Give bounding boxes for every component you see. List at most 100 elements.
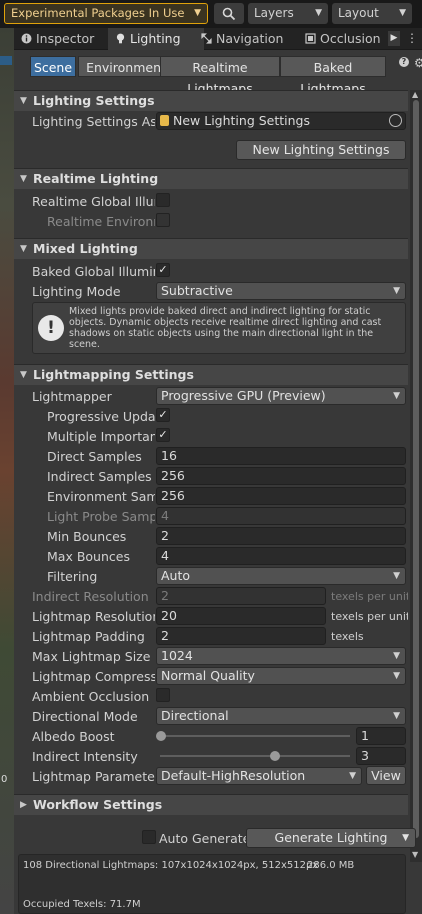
layout-dropdown[interactable]: Layout ▼ bbox=[332, 3, 412, 24]
lightmap-resolution-row: Lightmap Resolution 20 texels per unit bbox=[14, 607, 408, 627]
layers-label: Layers bbox=[254, 6, 294, 20]
subtab-baked-lightmaps[interactable]: Baked Lightmaps bbox=[280, 56, 386, 96]
realtime-environment-checkbox[interactable] bbox=[156, 213, 170, 227]
dropdown-value: Default-HighResolution bbox=[161, 768, 306, 783]
section-workflow-settings[interactable]: ▶ Workflow Settings bbox=[14, 794, 408, 815]
lightmap-padding-input[interactable]: 2 bbox=[156, 627, 326, 645]
field-label: Max Lightmap Size bbox=[32, 649, 151, 664]
scroll-down-icon[interactable]: ▼ bbox=[412, 850, 418, 859]
section-mixed-lighting[interactable]: ▼ Mixed Lighting bbox=[14, 238, 408, 259]
section-title: Lighting Settings bbox=[33, 93, 155, 108]
tab-inspector[interactable]: Inspector bbox=[14, 28, 106, 50]
progressive-updates-checkbox[interactable]: ✓ bbox=[156, 408, 170, 422]
albedo-boost-slider-track[interactable] bbox=[160, 735, 350, 737]
baked-gi-row: Baked Global Illumina ✓ bbox=[14, 262, 408, 282]
section-realtime-lighting[interactable]: ▼ Realtime Lighting bbox=[14, 168, 408, 189]
ambient-occlusion-checkbox[interactable] bbox=[156, 688, 170, 702]
object-picker-icon[interactable] bbox=[389, 114, 402, 127]
indirect-samples-input[interactable]: 256 bbox=[156, 467, 406, 485]
albedo-boost-input[interactable]: 1 bbox=[356, 727, 406, 745]
directional-mode-row: Directional Mode Directional ▼ bbox=[14, 707, 408, 727]
lightmap-parameters-row: Lightmap Parameters Default-HighResoluti… bbox=[14, 766, 408, 787]
albedo-boost-slider-handle[interactable] bbox=[156, 731, 166, 741]
search-button[interactable] bbox=[214, 3, 244, 24]
subtab-realtime-lightmaps[interactable]: Realtime Lightmaps bbox=[160, 56, 280, 96]
generate-lighting-button[interactable]: Generate Lighting ▼ bbox=[246, 828, 416, 848]
lightmap-size-text: 286.0 MB bbox=[307, 860, 355, 871]
lighting-settings-asset-field[interactable]: New Lighting Settings bbox=[156, 112, 406, 130]
lightmap-parameters-dropdown[interactable]: Default-HighResolution ▼ bbox=[156, 767, 362, 785]
section-lighting-settings[interactable]: ▼ Lighting Settings bbox=[14, 90, 408, 111]
indirect-intensity-input[interactable]: 3 bbox=[356, 747, 406, 765]
field-label: Albedo Boost bbox=[32, 729, 115, 744]
field-label: Max Bounces bbox=[47, 549, 130, 564]
lightmap-resolution-input[interactable]: 20 bbox=[156, 607, 326, 625]
directional-mode-dropdown[interactable]: Directional ▼ bbox=[156, 707, 406, 725]
scroll-up-icon[interactable]: ▲ bbox=[412, 90, 418, 99]
new-lighting-settings-button[interactable]: New Lighting Settings bbox=[236, 140, 406, 160]
field-label: Indirect Resolution bbox=[32, 589, 149, 604]
lightmap-compression-dropdown[interactable]: Normal Quality ▼ bbox=[156, 667, 406, 685]
lighting-settings-scroll[interactable]: ▼ Lighting Settings Lighting Settings As… bbox=[14, 90, 408, 914]
more-options-icon[interactable]: ⋮ bbox=[406, 30, 418, 46]
field-label: Realtime Global Illumin bbox=[32, 194, 155, 209]
lightmapper-dropdown[interactable]: Progressive GPU (Preview) ▼ bbox=[156, 387, 406, 405]
section-title: Realtime Lighting bbox=[33, 171, 159, 186]
lightmapper-row: Lightmapper Progressive GPU (Preview) ▼ bbox=[14, 387, 408, 407]
unit-label: texels per unit bbox=[331, 610, 408, 623]
gear-icon[interactable]: ⚙ bbox=[414, 56, 422, 70]
light-probe-samples-input[interactable]: 4 bbox=[156, 507, 406, 525]
lighting-mode-dropdown[interactable]: Subtractive ▼ bbox=[156, 282, 406, 300]
multiple-importance-checkbox[interactable]: ✓ bbox=[156, 428, 170, 442]
scene-view-edge: 0 bbox=[0, 28, 14, 914]
field-label: Directional Mode bbox=[32, 709, 138, 724]
section-title: Lightmapping Settings bbox=[33, 367, 194, 382]
progressive-updates-row: Progressive Update ✓ bbox=[14, 407, 408, 427]
tab-label: Inspector bbox=[36, 31, 95, 46]
main-toolbar: Experimental Packages In Use ▼ Layers ▼ … bbox=[0, 0, 422, 28]
field-label: Light Probe Sample bbox=[47, 509, 155, 524]
chevron-down-icon[interactable]: ▼ bbox=[402, 829, 409, 847]
search-icon bbox=[222, 7, 236, 21]
dropdown-value: 1024 bbox=[161, 648, 193, 663]
dropdown-value: Subtractive bbox=[161, 283, 233, 298]
section-lightmapping-settings[interactable]: ▼ Lightmapping Settings bbox=[14, 364, 408, 385]
max-bounces-input[interactable]: 4 bbox=[156, 547, 406, 565]
tab-occlusion[interactable]: Occlusion bbox=[298, 28, 386, 50]
tab-navigation[interactable]: Navigation bbox=[194, 28, 302, 50]
auto-generate-checkbox[interactable] bbox=[142, 830, 156, 844]
field-label: Lightmap Padding bbox=[32, 629, 145, 644]
generate-lighting-label: Generate Lighting bbox=[274, 830, 388, 845]
realtime-gi-checkbox[interactable] bbox=[156, 193, 170, 207]
scrollbar-thumb[interactable] bbox=[413, 100, 419, 838]
tab-lighting[interactable]: Lighting bbox=[108, 28, 204, 50]
max-lightmap-size-dropdown[interactable]: 1024 ▼ bbox=[156, 647, 406, 665]
lighting-panel: Scene Environment Realtime Lightmaps Bak… bbox=[14, 50, 422, 914]
field-label: Multiple Importance bbox=[47, 429, 155, 444]
navigation-icon bbox=[201, 33, 212, 44]
indirect-intensity-slider-handle[interactable] bbox=[270, 751, 280, 761]
direct-samples-input[interactable]: 16 bbox=[156, 447, 406, 465]
vertical-scrollbar[interactable]: ▲ ▼ bbox=[410, 90, 422, 862]
min-bounces-input[interactable]: 2 bbox=[156, 527, 406, 545]
environment-samples-input[interactable]: 256 bbox=[156, 487, 406, 505]
subtab-scene[interactable]: Scene bbox=[30, 56, 76, 77]
tab-label: Lighting bbox=[130, 31, 181, 46]
environment-samples-row: Environment Sampl 256 bbox=[14, 487, 408, 507]
max-bounces-row: Max Bounces 4 bbox=[14, 547, 408, 567]
help-icon[interactable]: ? bbox=[399, 57, 409, 67]
max-lightmap-size-row: Max Lightmap Size 1024 ▼ bbox=[14, 647, 408, 667]
tab-overflow-button[interactable]: ▶ bbox=[388, 31, 400, 46]
chevron-down-icon: ▼ bbox=[393, 711, 400, 721]
indirect-resolution-row: Indirect Resolution 2 texels per unit bbox=[14, 587, 408, 607]
field-label: Lightmap Parameters bbox=[32, 769, 155, 784]
baked-gi-checkbox[interactable]: ✓ bbox=[156, 263, 170, 277]
layers-dropdown[interactable]: Layers ▼ bbox=[248, 3, 328, 24]
chevron-down-icon: ▼ bbox=[315, 8, 322, 18]
indirect-resolution-input[interactable]: 2 bbox=[156, 587, 326, 605]
expand-triangle-icon: ▼ bbox=[20, 96, 27, 106]
filtering-dropdown[interactable]: Auto ▼ bbox=[156, 567, 406, 585]
indirect-intensity-slider-track[interactable] bbox=[160, 755, 350, 757]
view-button[interactable]: View bbox=[366, 766, 406, 785]
experimental-packages-dropdown[interactable]: Experimental Packages In Use ▼ bbox=[4, 3, 208, 24]
